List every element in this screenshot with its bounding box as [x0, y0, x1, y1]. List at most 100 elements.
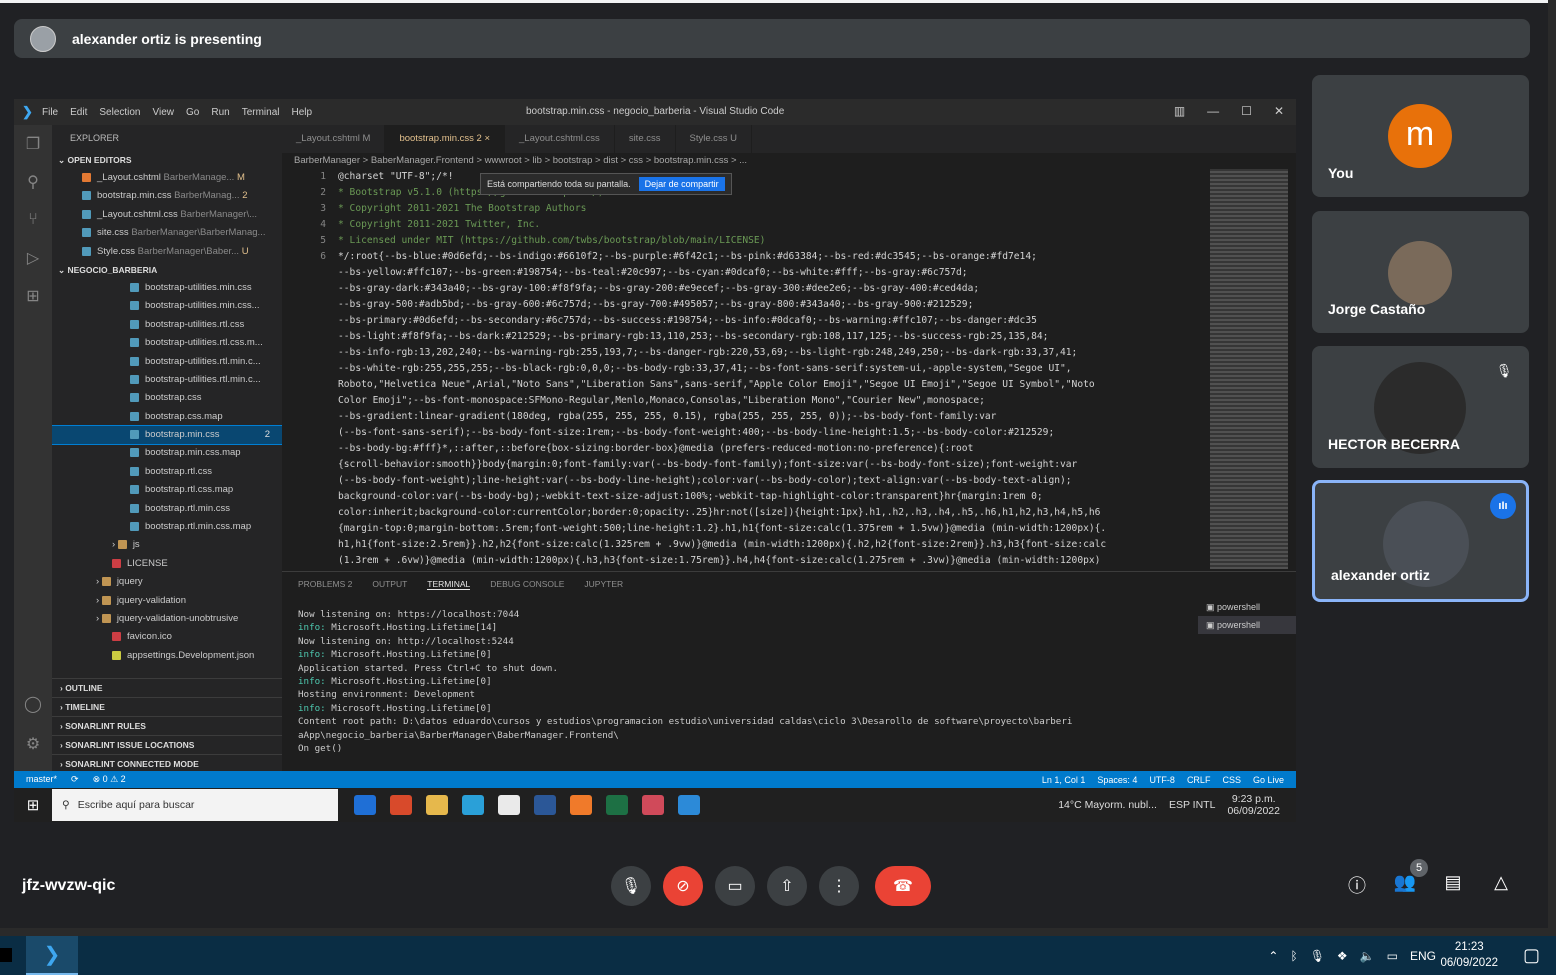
panel-tab[interactable]: DEBUG CONSOLE — [490, 579, 564, 589]
close-icon[interactable]: ✕ — [1274, 104, 1284, 118]
account-icon[interactable]: ◯ — [14, 685, 52, 723]
status-item[interactable]: UTF-8 — [1149, 775, 1175, 785]
status-item[interactable]: Ln 1, Col 1 — [1042, 775, 1086, 785]
panel-tab[interactable]: TERMINAL — [427, 579, 471, 590]
open-editor-item[interactable]: site.css BarberManager\BarberManag... — [52, 224, 282, 242]
minimize-icon[interactable]: — — [1207, 104, 1219, 118]
status-item[interactable]: master* — [26, 774, 57, 785]
bluetooth-icon[interactable]: ᛒ — [1290, 949, 1297, 963]
file-explorer-icon[interactable] — [426, 795, 448, 815]
sidebar-section[interactable]: › SONARLINT ISSUE LOCATIONS — [52, 735, 282, 754]
meeting-info-icon[interactable]: ⓘ — [1344, 872, 1370, 900]
editor-tab[interactable]: site.css — [615, 125, 676, 153]
present-button[interactable]: ⇧ — [767, 866, 807, 906]
menu-item[interactable]: Selection — [99, 107, 140, 118]
store-icon[interactable] — [498, 795, 520, 815]
people-icon[interactable]: 👥 — [1392, 872, 1418, 900]
menu-item[interactable]: Edit — [70, 107, 87, 118]
file-tree-item[interactable]: bootstrap.rtl.css — [52, 463, 282, 481]
file-tree-item[interactable]: bootstrap.rtl.min.css.map — [52, 518, 282, 536]
file-tree-item[interactable]: bootstrap-utilities.min.css — [52, 279, 282, 297]
edge-browser-icon[interactable] — [462, 795, 484, 815]
status-item[interactable]: CRLF — [1187, 775, 1211, 785]
file-tree-item[interactable]: bootstrap.min.css 2 — [52, 425, 282, 446]
activities-icon[interactable]: △ — [1488, 872, 1514, 900]
file-tree-item[interactable]: › jquery — [52, 573, 282, 591]
firefox-icon[interactable] — [570, 795, 592, 815]
microphone-button[interactable]: 🎙 — [611, 866, 651, 906]
input-language-label[interactable]: ENG — [1410, 949, 1436, 963]
menu-item[interactable]: Help — [292, 107, 313, 118]
vscode-taskbar-button[interactable]: ❯ — [26, 936, 78, 975]
file-tree-item[interactable]: › jquery-validation-unobtrusive — [52, 610, 282, 628]
panel-tab[interactable]: JUPYTER — [584, 579, 623, 589]
source-control-icon[interactable]: ⑂ — [14, 201, 52, 239]
file-tree-item[interactable]: bootstrap.css — [52, 389, 282, 407]
file-tree-item[interactable]: favicon.ico — [52, 628, 282, 646]
captions-button[interactable]: ▭ — [715, 866, 755, 906]
powerpoint-icon[interactable] — [390, 795, 412, 815]
file-tree-item[interactable]: bootstrap-utilities.rtl.css.m... — [52, 334, 282, 352]
chat-icon[interactable]: ▤ — [1440, 872, 1466, 900]
windows-search-box[interactable]: ⚲ Escribe aquí para buscar — [52, 789, 338, 821]
file-tree-item[interactable]: bootstrap.rtl.min.css — [52, 500, 282, 518]
status-item[interactable]: CSS — [1222, 775, 1241, 785]
code-editor[interactable]: 1 2 3 4 5 6 @charset "UTF-8";/*! * Bootstrap … — [282, 169, 1210, 569]
file-tree-item[interactable]: bootstrap.css.map — [52, 408, 282, 426]
workspace-folder[interactable]: ⌄ NEGOCIO_BARBERIA — [52, 261, 282, 279]
vertical-scrollbar[interactable] — [1548, 0, 1556, 928]
sidebar-section[interactable]: › SONARLINT CONNECTED MODE — [52, 754, 282, 771]
windows-start-icon[interactable]: ⊞ — [14, 796, 52, 814]
stop-sharing-button[interactable]: Dejar de compartir — [638, 177, 725, 191]
editor-tab[interactable]: _Layout.cshtml M — [282, 125, 386, 153]
file-tree-item[interactable]: bootstrap-utilities.rtl.css — [52, 316, 282, 334]
status-item[interactable]: ⟳ — [71, 774, 79, 785]
maximize-icon[interactable]: ☐ — [1241, 104, 1252, 118]
volume-icon[interactable]: 🔈 — [1360, 949, 1375, 963]
minimap[interactable] — [1210, 169, 1288, 569]
menu-item[interactable]: Go — [186, 107, 199, 118]
settings-gear-icon[interactable]: ⚙ — [14, 725, 52, 763]
mic-icon[interactable]: 🎙 — [1310, 949, 1325, 963]
file-tree-item[interactable]: › jquery-validation — [52, 592, 282, 610]
panel-tab[interactable]: PROBLEMS 2 — [298, 579, 352, 589]
file-tree-item[interactable]: › js — [52, 536, 282, 554]
sidebar-section[interactable]: › TIMELINE — [52, 697, 282, 716]
editor-tab[interactable]: _Layout.cshtml.css — [505, 125, 615, 153]
network-icon[interactable]: ▭ — [1387, 949, 1398, 963]
vscode-taskbar-icon[interactable] — [678, 795, 700, 815]
sidebar-section[interactable]: › OUTLINE — [52, 678, 282, 697]
file-tree-item[interactable]: bootstrap-utilities.rtl.min.c... — [52, 353, 282, 371]
dropbox-icon[interactable]: ❖ — [1337, 949, 1348, 963]
participant-tile-presenter[interactable]: ıIı alexander ortiz — [1312, 480, 1529, 602]
menu-item[interactable]: Run — [211, 107, 229, 118]
editor-tab[interactable]: Style.css U — [676, 125, 753, 153]
word-icon[interactable] — [534, 795, 556, 815]
file-tree-item[interactable]: appsettings.Development.json — [52, 647, 282, 665]
layout-icon[interactable]: ▥ — [1174, 104, 1185, 118]
open-editor-item[interactable]: Style.css BarberManager\Baber... U — [52, 243, 282, 261]
status-item[interactable]: Go Live — [1253, 775, 1284, 785]
sidebar-section[interactable]: › SONARLINT RULES — [52, 716, 282, 735]
file-tree-item[interactable]: bootstrap-utilities.rtl.min.c... — [52, 371, 282, 389]
open-editor-item[interactable]: _Layout.cshtml BarberManage... M — [52, 169, 282, 187]
file-tree-item[interactable]: LICENSE — [52, 555, 282, 573]
editor-tab[interactable]: bootstrap.min.css 2 × — [385, 125, 506, 153]
excel-icon[interactable] — [606, 795, 628, 815]
file-tree-item[interactable]: bootstrap-utilities.min.css... — [52, 297, 282, 315]
run-debug-icon[interactable]: ▷ — [14, 239, 52, 277]
terminal-instance[interactable]: ▣ powershell — [1198, 616, 1296, 634]
participant-tile[interactable]: 🎙 HECTOR BECERRA — [1312, 346, 1529, 468]
participant-tile[interactable]: Jorge Castaño — [1312, 211, 1529, 333]
participant-tile-you[interactable]: m You — [1312, 75, 1529, 197]
panel-tab[interactable]: OUTPUT — [372, 579, 407, 589]
status-item[interactable]: ⊗ 0 ⚠ 2 — [93, 774, 126, 785]
open-editor-item[interactable]: bootstrap.min.css BarberManag... 2 — [52, 187, 282, 205]
menu-item[interactable]: Terminal — [242, 107, 280, 118]
open-editor-item[interactable]: _Layout.cshtml.css BarberManager\... — [52, 206, 282, 224]
search-icon[interactable]: ⚲ — [14, 163, 52, 201]
taskbar-clock[interactable]: 21:23 06/09/2022 — [1440, 939, 1498, 971]
notifications-icon[interactable]: ▢ — [1523, 945, 1540, 966]
status-item[interactable]: Spaces: 4 — [1097, 775, 1137, 785]
file-tree-item[interactable]: bootstrap.rtl.css.map — [52, 481, 282, 499]
